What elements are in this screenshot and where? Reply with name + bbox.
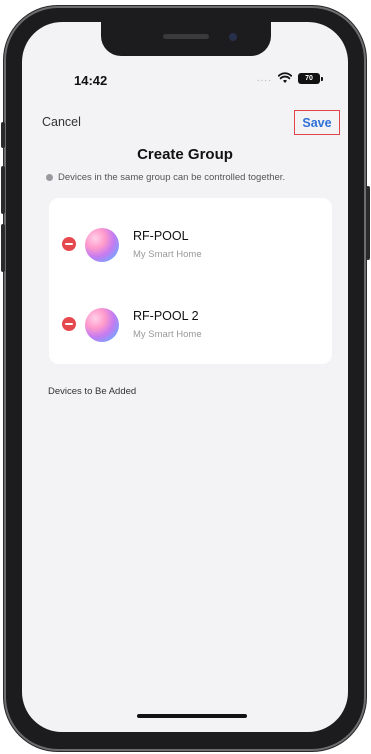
save-label: Save xyxy=(302,115,332,130)
cancel-button[interactable]: Cancel xyxy=(42,115,81,129)
list-item[interactable]: RF-POOL 2 My Smart Home xyxy=(49,296,332,356)
volume-up-button xyxy=(1,166,5,214)
save-button[interactable]: Save xyxy=(294,110,340,135)
status-icons: .... 70 xyxy=(256,72,323,84)
device-home: My Smart Home xyxy=(133,249,202,260)
status-time: 14:42 xyxy=(74,73,108,88)
group-hint: Devices in the same group can be control… xyxy=(46,172,285,183)
power-button xyxy=(366,186,370,260)
device-name: RF-POOL 2 xyxy=(133,309,199,323)
list-item[interactable]: RF-POOL My Smart Home xyxy=(49,216,332,276)
section-label-to-be-added: Devices to Be Added xyxy=(48,386,137,397)
remove-icon[interactable] xyxy=(62,237,76,251)
battery-icon: 70 xyxy=(298,72,323,84)
group-devices-card: RF-POOL My Smart Home RF-POOL 2 My Smart… xyxy=(49,198,332,364)
notch xyxy=(101,22,271,56)
device-name: RF-POOL xyxy=(133,229,189,243)
volume-down-button xyxy=(1,224,5,272)
device-home: My Smart Home xyxy=(133,329,202,340)
remove-icon[interactable] xyxy=(62,317,76,331)
home-indicator[interactable] xyxy=(137,714,247,718)
device-icon xyxy=(85,228,119,262)
hint-text: Devices in the same group can be control… xyxy=(58,172,286,183)
device-icon xyxy=(85,308,119,342)
phone-screen: 14:42 .... 70 Cancel Save Create Group D… xyxy=(22,22,348,732)
page-title: Create Group xyxy=(137,146,233,163)
battery-level: 70 xyxy=(305,74,313,82)
speaker-grille xyxy=(163,34,209,39)
signal-dots: .... xyxy=(256,72,272,84)
front-camera xyxy=(229,33,237,41)
info-icon xyxy=(46,174,53,181)
mute-switch xyxy=(1,122,5,148)
wifi-icon xyxy=(278,72,292,83)
